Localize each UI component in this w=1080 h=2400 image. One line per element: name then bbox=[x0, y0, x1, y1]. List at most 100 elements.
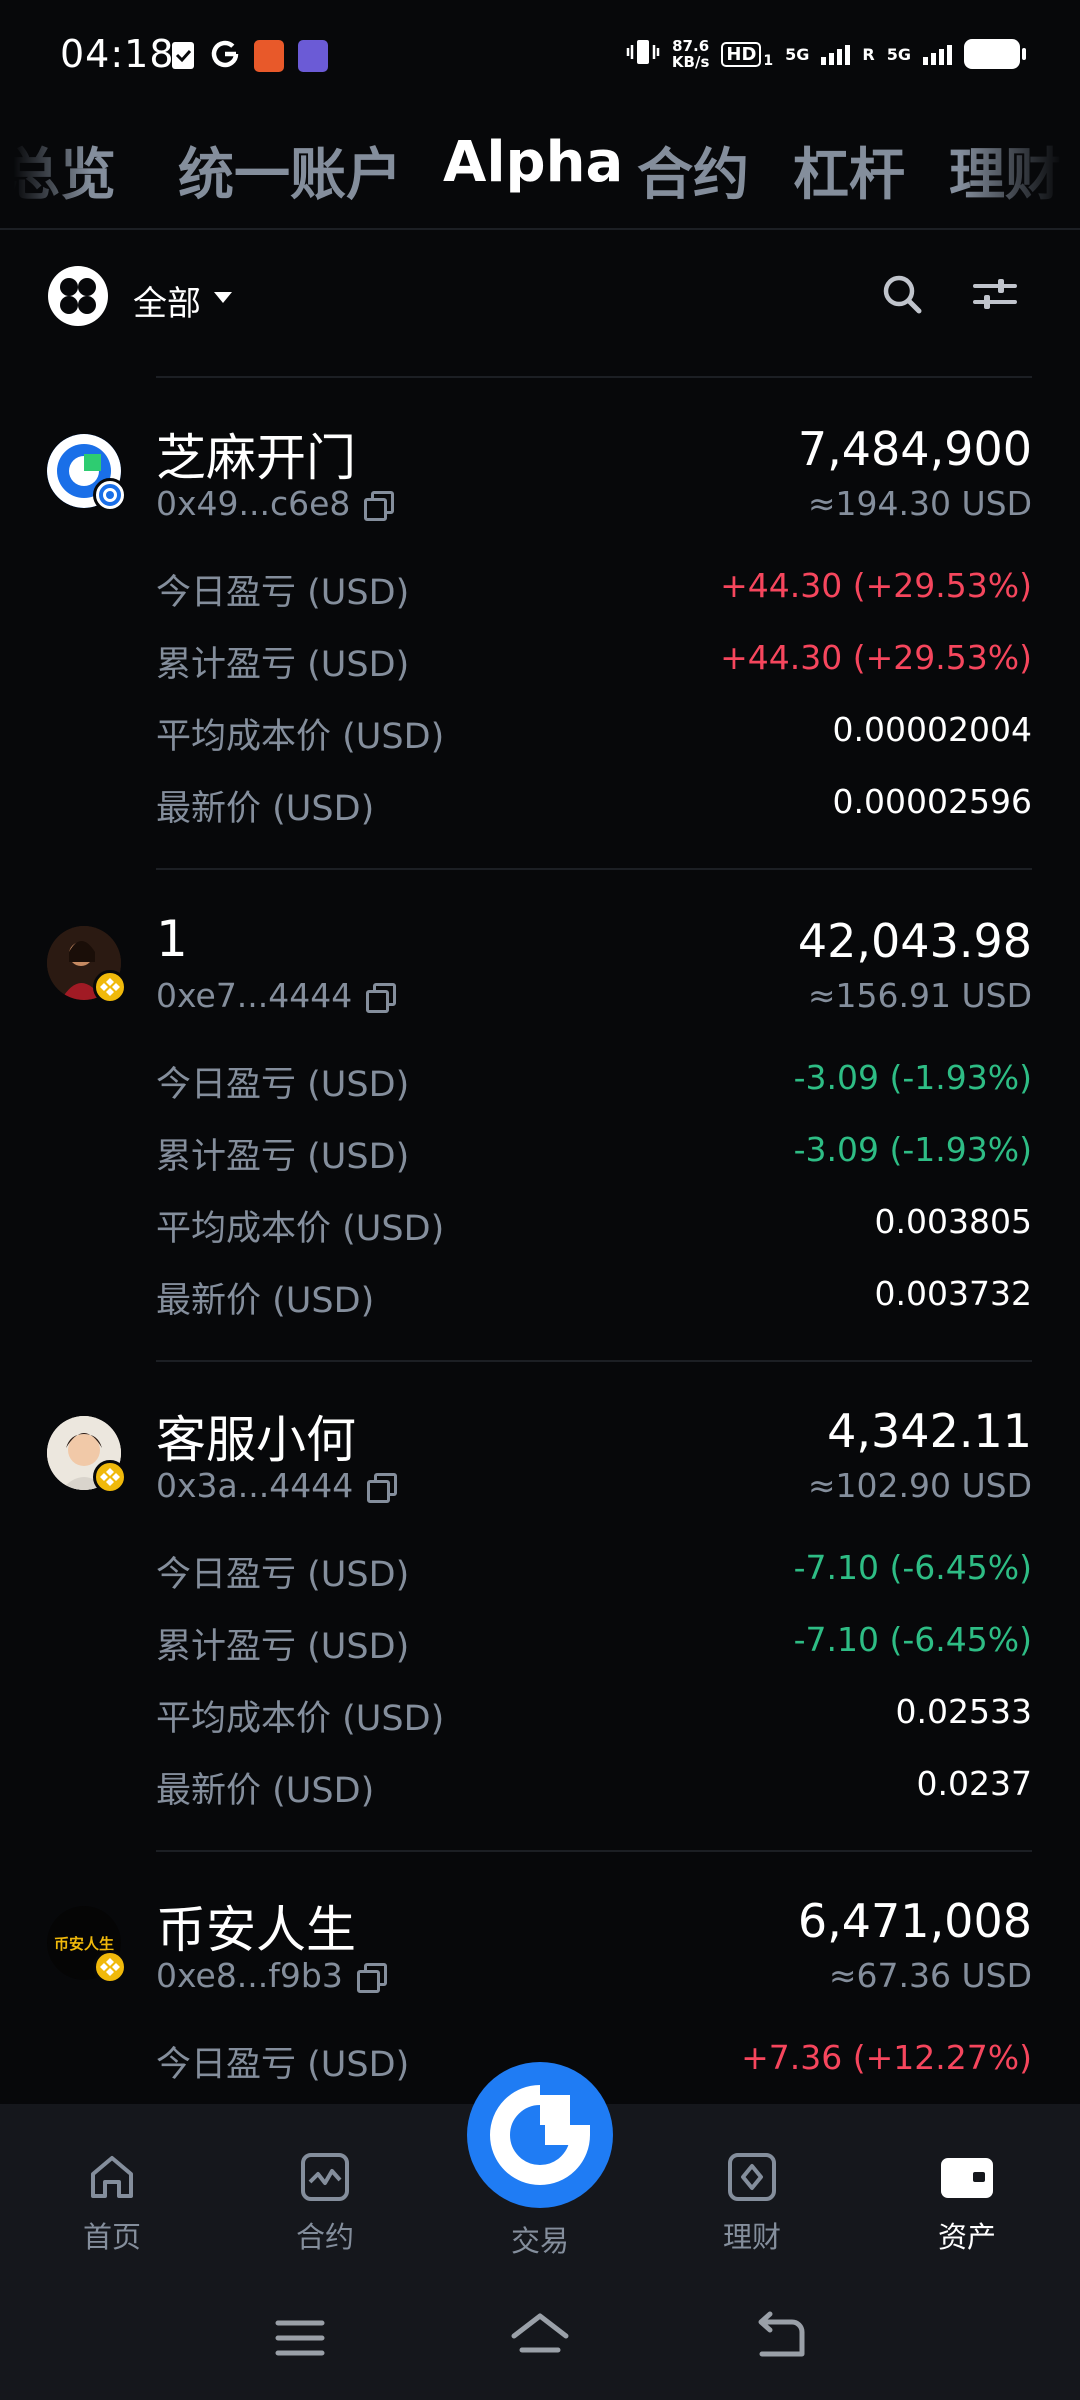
nav-futures[interactable]: 合约 bbox=[255, 2150, 395, 2256]
signal-label-1: 5G bbox=[785, 44, 810, 64]
hd-voice-badge: HD bbox=[721, 41, 762, 67]
tab-margin[interactable]: 杠杆 bbox=[793, 130, 905, 211]
token-quantity: 7,484,900 bbox=[797, 422, 1032, 476]
token-usd-value: ≈156.91 USD bbox=[807, 976, 1032, 1015]
token-name: 1 bbox=[156, 910, 188, 968]
token-address: 0xe8...f9b3 bbox=[156, 1956, 387, 1995]
today-pnl-label: 今日盈亏 (USD) bbox=[156, 2045, 410, 2085]
total-pnl-value: -3.09 (-1.93%) bbox=[793, 1130, 1032, 1169]
filter-dropdown[interactable]: 全部 bbox=[133, 276, 201, 325]
nav-assets[interactable]: 资产 bbox=[897, 2150, 1037, 2256]
wallet-icon bbox=[897, 2150, 1037, 2204]
today-pnl-value: -7.10 (-6.45%) bbox=[793, 1548, 1032, 1587]
last-price-value: 0.003732 bbox=[874, 1274, 1032, 1313]
total-pnl-label: 累计盈亏 (USD) bbox=[156, 645, 410, 685]
sliders-icon[interactable] bbox=[972, 274, 1018, 314]
nav-home[interactable]: 首页 bbox=[42, 2150, 182, 2256]
nav-home-label: 首页 bbox=[82, 2220, 141, 2254]
grid-icon[interactable] bbox=[48, 266, 108, 326]
token-usd-value: ≈102.90 USD bbox=[807, 1466, 1032, 1505]
today-pnl-value: +44.30 (+29.53%) bbox=[720, 566, 1032, 605]
today-pnl-label: 今日盈亏 (USD) bbox=[156, 1555, 410, 1595]
last-price-label: 最新价 (USD) bbox=[156, 1771, 375, 1811]
home-icon bbox=[42, 2150, 182, 2204]
signal-bars-icon bbox=[821, 43, 851, 65]
bnb-chain-badge-icon bbox=[93, 1460, 127, 1494]
vibrate-icon bbox=[626, 36, 660, 72]
list-divider bbox=[156, 868, 1032, 870]
token-name: 币安人生 bbox=[156, 1901, 356, 1959]
token-avatar bbox=[47, 926, 127, 1004]
copy-icon[interactable] bbox=[356, 1962, 387, 1993]
system-indicators: 87.6 KB/s HD 1 5G R 5G bbox=[626, 36, 1026, 72]
app-notification-icon-2 bbox=[298, 40, 328, 72]
nav-futures-label: 合约 bbox=[295, 2220, 354, 2254]
today-pnl-label: 今日盈亏 (USD) bbox=[156, 1065, 410, 1105]
search-icon[interactable] bbox=[880, 272, 924, 316]
copy-icon[interactable] bbox=[364, 490, 395, 521]
battery-icon bbox=[964, 39, 1026, 69]
bnb-chain-badge-icon bbox=[93, 970, 127, 1004]
tab-futures[interactable]: 合约 bbox=[637, 130, 749, 211]
address-text: 0x49...c6e8 bbox=[156, 484, 351, 523]
token-avatar bbox=[47, 1416, 127, 1494]
list-divider bbox=[156, 1360, 1032, 1362]
address-text: 0xe7...4444 bbox=[156, 976, 353, 1015]
token-name: 芝麻开门 bbox=[156, 429, 356, 487]
trade-button[interactable] bbox=[467, 2062, 613, 2208]
total-pnl-value: +44.30 (+29.53%) bbox=[720, 638, 1032, 677]
total-pnl-label: 累计盈亏 (USD) bbox=[156, 1627, 410, 1667]
app-notification-icon bbox=[254, 40, 284, 72]
today-pnl-value: +7.36 (+12.27%) bbox=[741, 2038, 1032, 2077]
signal-label-2: 5G bbox=[886, 44, 911, 64]
chain-badge-icon bbox=[93, 478, 127, 512]
chart-icon bbox=[255, 2150, 395, 2204]
token-quantity: 6,471,008 bbox=[797, 1894, 1032, 1948]
status-time: 04:18 bbox=[60, 32, 175, 76]
bnb-chain-badge-icon bbox=[93, 1950, 127, 1984]
tabs-divider bbox=[0, 228, 1080, 230]
chevron-down-icon[interactable] bbox=[214, 292, 232, 303]
nav-earn[interactable]: 理财 bbox=[682, 2150, 822, 2256]
address-text: 0xe8...f9b3 bbox=[156, 1956, 343, 1995]
tabs-fade-right bbox=[960, 118, 1080, 228]
menu-icon[interactable] bbox=[270, 2308, 330, 2368]
token-quantity: 42,043.98 bbox=[797, 914, 1032, 968]
tab-unified-account[interactable]: 统一账户 bbox=[178, 130, 402, 211]
roaming-label: R bbox=[862, 44, 875, 64]
total-pnl-label: 累计盈亏 (USD) bbox=[156, 1137, 410, 1177]
clipboard-check-icon bbox=[170, 38, 196, 74]
avg-cost-value: 0.003805 bbox=[874, 1202, 1032, 1241]
list-divider bbox=[156, 1850, 1032, 1852]
earn-icon bbox=[682, 2150, 822, 2204]
copy-icon[interactable] bbox=[366, 982, 397, 1013]
total-pnl-value: -7.10 (-6.45%) bbox=[793, 1620, 1032, 1659]
avg-cost-value: 0.00002004 bbox=[832, 710, 1032, 749]
token-avatar: 币安人生 bbox=[47, 1906, 127, 1984]
home-button-icon[interactable] bbox=[510, 2308, 570, 2368]
account-tabs: 总览 统一账户 Alpha 合约 杠杆 理财 bbox=[0, 118, 1080, 228]
back-icon[interactable] bbox=[750, 2308, 810, 2368]
status-bar: 04:18 87.6 KB/s HD 1 5G R 5G bbox=[0, 0, 1080, 110]
token-usd-value: ≈194.30 USD bbox=[807, 484, 1032, 523]
network-speed: 87.6 KB/s bbox=[672, 38, 709, 70]
last-price-value: 0.0237 bbox=[916, 1764, 1032, 1803]
token-avatar bbox=[47, 434, 127, 512]
token-usd-value: ≈67.36 USD bbox=[828, 1956, 1032, 1995]
system-nav-bar bbox=[0, 2282, 1080, 2400]
trade-label: 交易 bbox=[510, 2224, 569, 2258]
avg-cost-label: 平均成本价 (USD) bbox=[156, 1209, 445, 1249]
today-pnl-label: 今日盈亏 (USD) bbox=[156, 573, 410, 613]
today-pnl-value: -3.09 (-1.93%) bbox=[793, 1058, 1032, 1097]
copy-icon[interactable] bbox=[367, 1472, 398, 1503]
trade-logo-icon bbox=[490, 2085, 591, 2185]
tab-alpha[interactable]: Alpha bbox=[443, 130, 623, 195]
token-quantity: 4,342.11 bbox=[827, 1404, 1032, 1458]
tabs-fade-left bbox=[0, 118, 90, 228]
nav-assets-label: 资产 bbox=[937, 2220, 996, 2254]
filter-row: 全部 bbox=[0, 258, 1080, 338]
token-address: 0xe7...4444 bbox=[156, 976, 397, 1015]
notification-icons bbox=[170, 38, 328, 74]
avg-cost-value: 0.02533 bbox=[895, 1692, 1032, 1731]
network-speed-unit: KB/s bbox=[671, 53, 710, 71]
